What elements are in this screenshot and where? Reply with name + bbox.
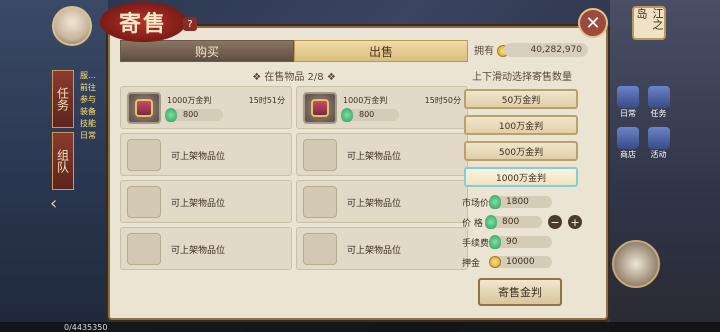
amount-option-100w[interactable]: 100万金判 <box>464 115 578 135</box>
jade-icon <box>485 215 498 229</box>
coin-icon <box>489 256 501 268</box>
listing-slot[interactable]: 可上架物品位 <box>120 227 292 270</box>
plus-icon[interactable]: + <box>568 215 582 229</box>
right-menu-icons: 日常 任务 商店 活动 <box>614 86 674 168</box>
consign-panel: 购买 出售 拥有 40,282,970 ❖ 在售物品 2/8 ❖ 1000万金判… <box>108 26 608 320</box>
market-price-label: 市场价 <box>462 198 490 209</box>
task-list-item[interactable]: 前往 <box>80 82 106 94</box>
avatar[interactable] <box>52 6 92 46</box>
fee-label: 手续费 <box>462 238 490 249</box>
empty-slot <box>127 186 161 218</box>
on-sale-count: ❖ 在售物品 2/8 ❖ <box>252 72 336 83</box>
empty-slot <box>127 139 161 171</box>
market-price-value: 1800 <box>489 195 552 209</box>
empty-slot <box>303 233 337 265</box>
empty-slot-label: 可上架物品位 <box>347 152 402 162</box>
listing-price: 800 <box>165 108 223 122</box>
help-icon[interactable]: ? <box>183 17 197 31</box>
amount-option-500w[interactable]: 500万金判 <box>464 141 578 161</box>
task-list-item[interactable]: 日常 <box>80 130 106 142</box>
listing-slot[interactable]: 可上架物品位 <box>120 133 292 176</box>
fee-value: 90 <box>489 235 552 249</box>
item-slot <box>127 92 161 124</box>
empty-slot-label: 可上架物品位 <box>347 199 402 209</box>
bottom-counter: 0/4435350 <box>64 323 108 332</box>
gold-bag-icon <box>311 99 329 117</box>
listing-name: 1000万金判 <box>167 96 212 105</box>
item-slot <box>303 92 337 124</box>
price-row: 价 格 800 − + <box>462 213 582 231</box>
task-list-item[interactable]: 技能 <box>80 118 106 130</box>
listing-grid: 1000万金判 15时51分 800 1000万金判 15时50分 800 可上… <box>120 86 468 270</box>
daily-button[interactable]: 日常 <box>614 86 642 119</box>
owned-value: 40,282,970 <box>504 43 588 57</box>
tab-buy[interactable]: 购买 <box>120 40 294 62</box>
jade-icon <box>489 195 501 209</box>
deposit-label: 押金 <box>462 258 481 269</box>
deposit-row: 押金 10000 <box>462 253 582 271</box>
amount-option-1000w[interactable]: 1000万金判 <box>464 167 578 187</box>
listing-slot[interactable]: 可上架物品位 <box>120 180 292 223</box>
event-icon <box>647 127 670 149</box>
tab-bar: 购买 出售 <box>120 40 468 62</box>
listing-slot[interactable]: 1000万金判 15时51分 800 <box>120 86 292 129</box>
listing-name: 1000万金判 <box>343 96 388 105</box>
listing-time: 15时50分 <box>424 96 461 105</box>
market-price-row: 市场价 1800 <box>462 193 582 211</box>
consign-button[interactable]: 寄售金判 <box>478 278 562 306</box>
task-list-item[interactable]: 参与 <box>80 94 106 106</box>
jade-icon <box>489 235 501 249</box>
task-list-item[interactable]: 服… <box>80 70 106 82</box>
select-title: 上下滑动选择寄售数量 <box>472 72 572 83</box>
amount-option-50w[interactable]: 50万金判 <box>464 89 578 109</box>
consign-options: 上下滑动选择寄售数量 50万金判 100万金判 500万金判 1000万金判 市… <box>462 68 582 273</box>
listing-slot[interactable]: 可上架物品位 <box>296 180 468 223</box>
shop-icon <box>617 127 639 149</box>
collapse-chevron-icon[interactable]: ‹ <box>50 193 57 214</box>
empty-slot-label: 可上架物品位 <box>171 152 226 162</box>
listing-slot[interactable]: 可上架物品位 <box>296 227 468 270</box>
page-title: 寄售 <box>100 2 186 42</box>
fee-row: 手续费 90 <box>462 233 582 251</box>
jade-icon <box>341 108 353 122</box>
task-list[interactable]: 服… 前往 参与 装备 技能 日常 <box>80 70 106 142</box>
task-button[interactable]: 任务 <box>645 86 673 119</box>
close-button[interactable]: ✕ <box>578 8 608 38</box>
empty-slot <box>303 186 337 218</box>
empty-slot <box>303 139 337 171</box>
task-tab[interactable]: 任务 <box>52 70 74 128</box>
minus-icon[interactable]: − <box>548 215 562 229</box>
deposit-value: 10000 <box>489 256 552 268</box>
task-list-item[interactable]: 装备 <box>80 106 106 118</box>
listing-time: 15时51分 <box>248 96 285 105</box>
empty-slot <box>127 233 161 265</box>
empty-slot-label: 可上架物品位 <box>347 246 402 256</box>
price-value: 800 <box>485 215 542 229</box>
price-stepper: − + <box>548 215 582 229</box>
empty-slot-label: 可上架物品位 <box>171 246 226 256</box>
map-name[interactable]: 江之岛 <box>632 6 666 40</box>
shop-button[interactable]: 商店 <box>614 127 642 160</box>
listing-price: 800 <box>341 108 399 122</box>
bottom-bar <box>0 322 720 332</box>
jade-icon <box>165 108 177 122</box>
listing-slot[interactable]: 可上架物品位 <box>296 133 468 176</box>
scroll-icon <box>647 86 670 108</box>
event-button[interactable]: 活动 <box>645 127 673 160</box>
team-tab[interactable]: 组队 <box>52 132 74 190</box>
empty-slot-label: 可上架物品位 <box>171 199 226 209</box>
listing-slot[interactable]: 1000万金判 15时50分 800 <box>296 86 468 129</box>
attack-skill-button[interactable] <box>612 240 660 288</box>
gold-bag-icon <box>135 99 153 117</box>
calendar-icon <box>617 86 639 108</box>
tab-sell[interactable]: 出售 <box>294 40 468 62</box>
